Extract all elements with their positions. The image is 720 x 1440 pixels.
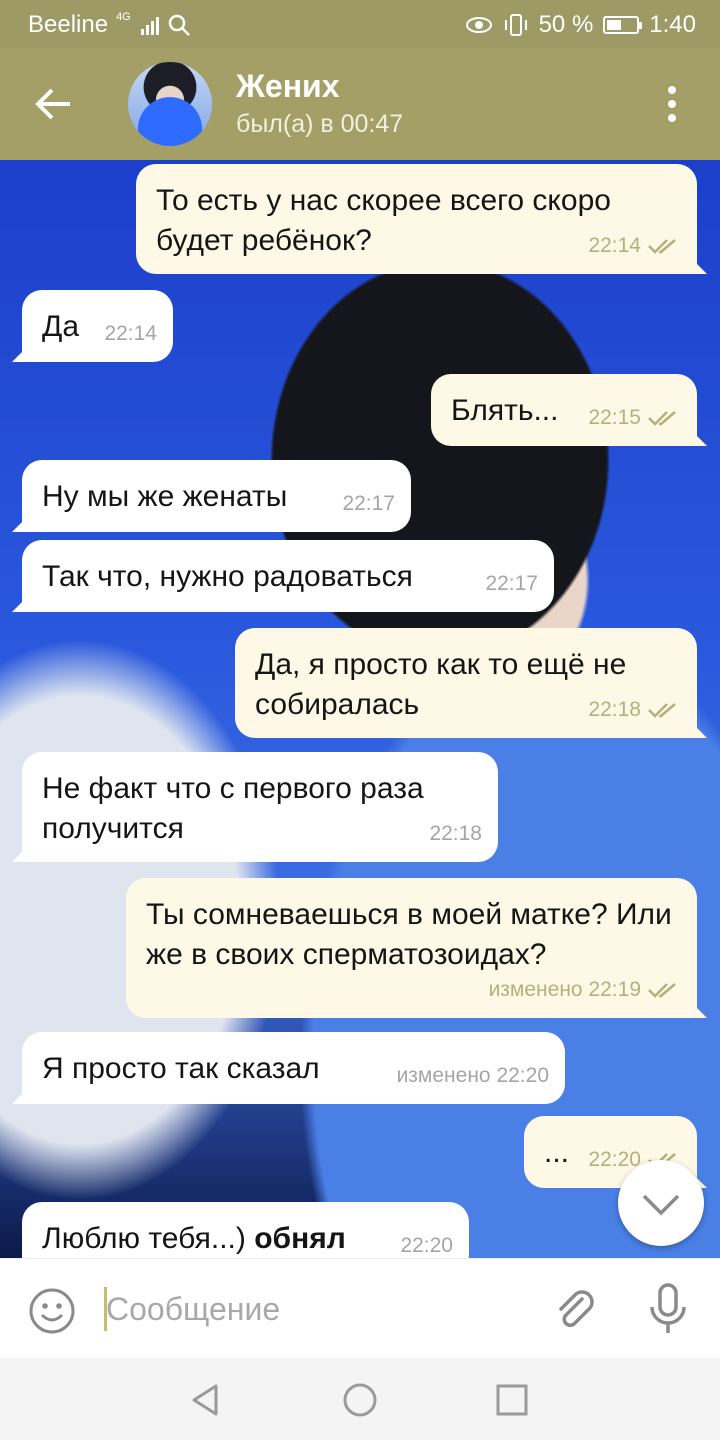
message-text: Да <box>42 310 80 343</box>
chevron-down-icon <box>642 1194 680 1216</box>
triangle-back-icon[interactable] <box>186 1380 226 1420</box>
message-bubble-incoming[interactable]: Люблю тебя...) обнял 22:20 <box>22 1202 469 1258</box>
message-bubble-outgoing[interactable]: Да, я просто как то ещё не собиралась 22… <box>235 628 707 738</box>
last-seen-status: был(а) в 00:47 <box>236 110 404 138</box>
message-bubble-incoming[interactable]: Да 22:14 <box>12 290 173 362</box>
message-time: изменено 22:20 <box>396 1064 549 1087</box>
paperclip-icon[interactable] <box>552 1287 600 1335</box>
message-time: 22:15 <box>588 406 641 429</box>
vibrate-icon <box>504 14 527 36</box>
battery-percent: 50 % <box>538 11 594 38</box>
message-bubble-incoming[interactable]: Ну мы же женаты 22:17 <box>12 460 411 532</box>
message-text: Я просто так сказал <box>42 1052 320 1085</box>
message-text: ... <box>544 1136 570 1169</box>
message-bubble-incoming[interactable]: Не факт что с первого раза получится 22:… <box>12 752 498 862</box>
message-text: Блять... <box>451 394 559 427</box>
message-text: Не факт что с первого раза получится <box>42 772 424 845</box>
message-time: 22:18 <box>429 822 482 845</box>
chat-area[interactable]: То есть у нас скорее всего скоро будет р… <box>0 160 720 1258</box>
message-time: 22:14 <box>588 234 641 257</box>
message-time: 22:17 <box>485 572 538 595</box>
arrow-left-icon[interactable] <box>34 84 74 124</box>
message-time: 22:20 <box>400 1234 453 1257</box>
chat-header: Жених был(а) в 00:47 <box>0 48 720 160</box>
status-bar: Beeline 4G 50 % 1:40 <box>0 0 720 48</box>
message-input[interactable] <box>106 1283 506 1335</box>
message-bubble-outgoing[interactable]: То есть у нас скорее всего скоро будет р… <box>136 164 707 274</box>
message-text: Так что, нужно радоваться <box>42 560 413 593</box>
message-time: 22:18 <box>588 698 641 721</box>
mic-icon[interactable] <box>644 1283 692 1337</box>
message-text: Ты сомневаешься в моей матке? Или же в с… <box>146 898 672 971</box>
square-recent-icon[interactable] <box>492 1380 532 1420</box>
double-check-icon <box>648 411 676 426</box>
avatar[interactable] <box>128 62 212 146</box>
contact-name[interactable]: Жених <box>236 68 340 105</box>
eye-icon <box>465 17 492 33</box>
emoji-icon[interactable] <box>28 1287 76 1335</box>
search-icon <box>168 14 190 36</box>
message-text: Ну мы же женаты <box>42 480 288 513</box>
message-time: 22:17 <box>342 492 395 515</box>
carrier-name: Beeline <box>28 11 109 38</box>
double-check-icon <box>648 983 676 998</box>
network-type: 4G <box>116 11 131 23</box>
message-text: Люблю тебя...) <box>42 1222 246 1255</box>
message-bubble-incoming[interactable]: Я просто так сказал изменено 22:20 <box>12 1032 565 1104</box>
message-bubble-incoming[interactable]: Так что, нужно радоваться 22:17 <box>12 540 554 612</box>
double-check-icon <box>648 703 676 718</box>
battery-icon <box>603 16 643 34</box>
circle-home-icon[interactable] <box>340 1380 380 1420</box>
message-text-bold: обнял <box>254 1222 346 1255</box>
more-vert-icon[interactable] <box>664 84 680 124</box>
message-text: Да, я просто как то ещё не собиралась <box>255 648 627 721</box>
scroll-down-button[interactable] <box>618 1160 704 1246</box>
message-time: изменено 22:19 <box>488 978 641 1001</box>
signal-icon <box>140 15 159 35</box>
message-bubble-outgoing[interactable]: Ты сомневаешься в моей матке? Или же в с… <box>126 878 707 1018</box>
message-text: То есть у нас скорее всего скоро будет р… <box>156 184 611 257</box>
message-bubble-outgoing[interactable]: Блять... 22:15 <box>431 374 707 446</box>
message-time: 22:14 <box>104 322 157 345</box>
system-nav-bar <box>0 1358 720 1440</box>
message-composer <box>0 1258 720 1358</box>
double-check-icon <box>648 239 676 254</box>
clock: 1:40 <box>649 11 696 38</box>
